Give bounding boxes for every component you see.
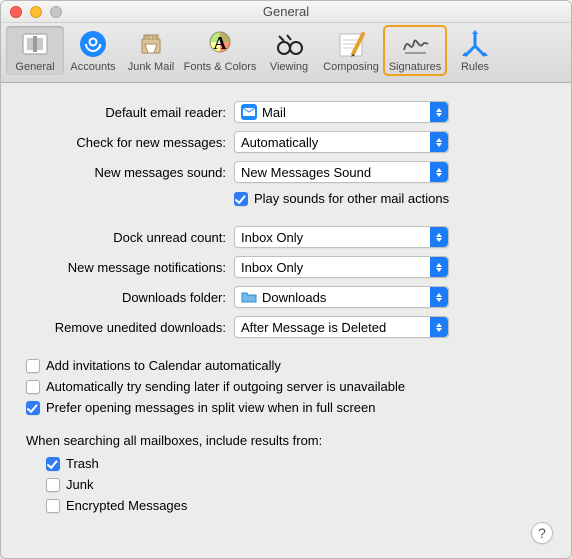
- popup-arrows-icon: [430, 132, 448, 152]
- popup-arrows-icon: [430, 162, 448, 182]
- tab-label: Composing: [323, 61, 379, 73]
- mail-app-icon: [241, 104, 257, 120]
- checkbox-icon: [26, 401, 40, 415]
- search-encrypted-label: Encrypted Messages: [66, 498, 187, 513]
- help-button[interactable]: ?: [531, 522, 553, 544]
- search-trash-checkbox[interactable]: Trash: [46, 456, 546, 471]
- default-reader-popup[interactable]: Mail: [234, 101, 449, 123]
- tab-composing[interactable]: Composing: [318, 26, 384, 75]
- split-view-checkbox[interactable]: Prefer opening messages in split view wh…: [26, 400, 546, 415]
- popup-arrows-icon: [430, 287, 448, 307]
- content: Default email reader: Mail Check for new…: [1, 83, 571, 531]
- help-icon: ?: [538, 525, 546, 541]
- tab-signatures[interactable]: Signatures: [384, 26, 446, 75]
- downloads-folder-label: Downloads folder:: [26, 290, 234, 305]
- signatures-icon: [399, 28, 431, 60]
- tab-label: Fonts & Colors: [184, 61, 257, 73]
- new-sound-label: New messages sound:: [26, 165, 234, 180]
- check-messages-popup[interactable]: Automatically: [234, 131, 449, 153]
- play-sounds-label: Play sounds for other mail actions: [254, 191, 449, 206]
- window-title: General: [1, 4, 571, 19]
- zoom-button[interactable]: [50, 6, 62, 18]
- tab-label: Rules: [461, 61, 489, 73]
- popup-arrows-icon: [430, 227, 448, 247]
- play-sounds-checkbox[interactable]: Play sounds for other mail actions: [234, 191, 546, 206]
- dock-count-value: Inbox Only: [241, 230, 303, 245]
- default-reader-value: Mail: [262, 105, 286, 120]
- auto-retry-checkbox[interactable]: Automatically try sending later if outgo…: [26, 379, 546, 394]
- dock-count-popup[interactable]: Inbox Only: [234, 226, 449, 248]
- checkbox-icon: [46, 499, 60, 513]
- remove-downloads-label: Remove unedited downloads:: [26, 320, 234, 335]
- tab-label: Accounts: [70, 61, 115, 73]
- checkbox-icon: [26, 359, 40, 373]
- search-heading: When searching all mailboxes, include re…: [26, 433, 546, 448]
- add-invitations-checkbox[interactable]: Add invitations to Calendar automaticall…: [26, 358, 546, 373]
- notifications-value: Inbox Only: [241, 260, 303, 275]
- minimize-button[interactable]: [30, 6, 42, 18]
- tab-junk-mail[interactable]: Junk Mail: [122, 26, 180, 75]
- svg-text:A: A: [214, 33, 227, 53]
- new-sound-popup[interactable]: New Messages Sound: [234, 161, 449, 183]
- tab-label: General: [15, 61, 54, 73]
- tab-fonts-colors[interactable]: A Fonts & Colors: [180, 26, 260, 75]
- tab-label: Signatures: [389, 61, 442, 73]
- popup-arrows-icon: [430, 317, 448, 337]
- rules-icon: [459, 28, 491, 60]
- accounts-icon: [77, 28, 109, 60]
- notifications-label: New message notifications:: [26, 260, 234, 275]
- composing-icon: [335, 28, 367, 60]
- checkbox-icon: [46, 478, 60, 492]
- add-invitations-label: Add invitations to Calendar automaticall…: [46, 358, 281, 373]
- dock-count-label: Dock unread count:: [26, 230, 234, 245]
- checkbox-icon: [26, 380, 40, 394]
- check-messages-label: Check for new messages:: [26, 135, 234, 150]
- remove-downloads-popup[interactable]: After Message is Deleted: [234, 316, 449, 338]
- folder-icon: [241, 289, 257, 305]
- default-reader-label: Default email reader:: [26, 105, 234, 120]
- popup-arrows-icon: [430, 257, 448, 277]
- remove-downloads-value: After Message is Deleted: [241, 320, 386, 335]
- auto-retry-label: Automatically try sending later if outgo…: [46, 379, 405, 394]
- titlebar: General: [1, 1, 571, 23]
- close-button[interactable]: [10, 6, 22, 18]
- popup-arrows-icon: [430, 102, 448, 122]
- preferences-window: General General Accounts: [0, 0, 572, 559]
- notifications-popup[interactable]: Inbox Only: [234, 256, 449, 278]
- window-controls: [10, 6, 62, 18]
- tab-viewing[interactable]: Viewing: [260, 26, 318, 75]
- tab-label: Junk Mail: [128, 61, 174, 73]
- search-junk-checkbox[interactable]: Junk: [46, 477, 546, 492]
- search-encrypted-checkbox[interactable]: Encrypted Messages: [46, 498, 546, 513]
- downloads-folder-value: Downloads: [262, 290, 326, 305]
- tab-general[interactable]: General: [6, 26, 64, 75]
- split-view-label: Prefer opening messages in split view wh…: [46, 400, 376, 415]
- checkbox-icon: [46, 457, 60, 471]
- downloads-folder-popup[interactable]: Downloads: [234, 286, 449, 308]
- new-sound-value: New Messages Sound: [241, 165, 371, 180]
- viewing-icon: [273, 28, 305, 60]
- checkbox-icon: [234, 192, 248, 206]
- check-messages-value: Automatically: [241, 135, 318, 150]
- tab-label: Viewing: [270, 61, 308, 73]
- search-junk-label: Junk: [66, 477, 93, 492]
- search-trash-label: Trash: [66, 456, 99, 471]
- tab-rules[interactable]: Rules: [446, 26, 504, 75]
- general-icon: [19, 28, 51, 60]
- tab-accounts[interactable]: Accounts: [64, 26, 122, 75]
- fonts-colors-icon: A: [204, 28, 236, 60]
- junk-mail-icon: [135, 28, 167, 60]
- toolbar: General Accounts Junk Mail: [1, 23, 571, 83]
